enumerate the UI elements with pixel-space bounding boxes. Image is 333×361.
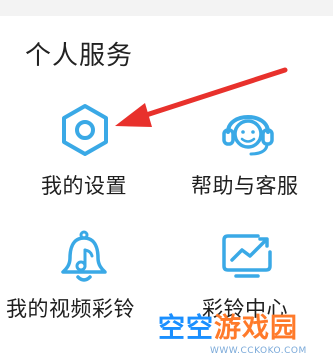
watermark-brand: 空空游戏园	[158, 312, 298, 346]
site-watermark: 空空游戏园 WWW.CCKOKO.COM	[158, 312, 330, 361]
watermark-brand-part1: 空空	[158, 313, 214, 344]
watermark-url: WWW.CCKOKO.COM	[210, 346, 307, 356]
red-pointer-arrow-icon	[115, 67, 288, 127]
watermark-brand-part2: 游戏园	[214, 313, 298, 344]
